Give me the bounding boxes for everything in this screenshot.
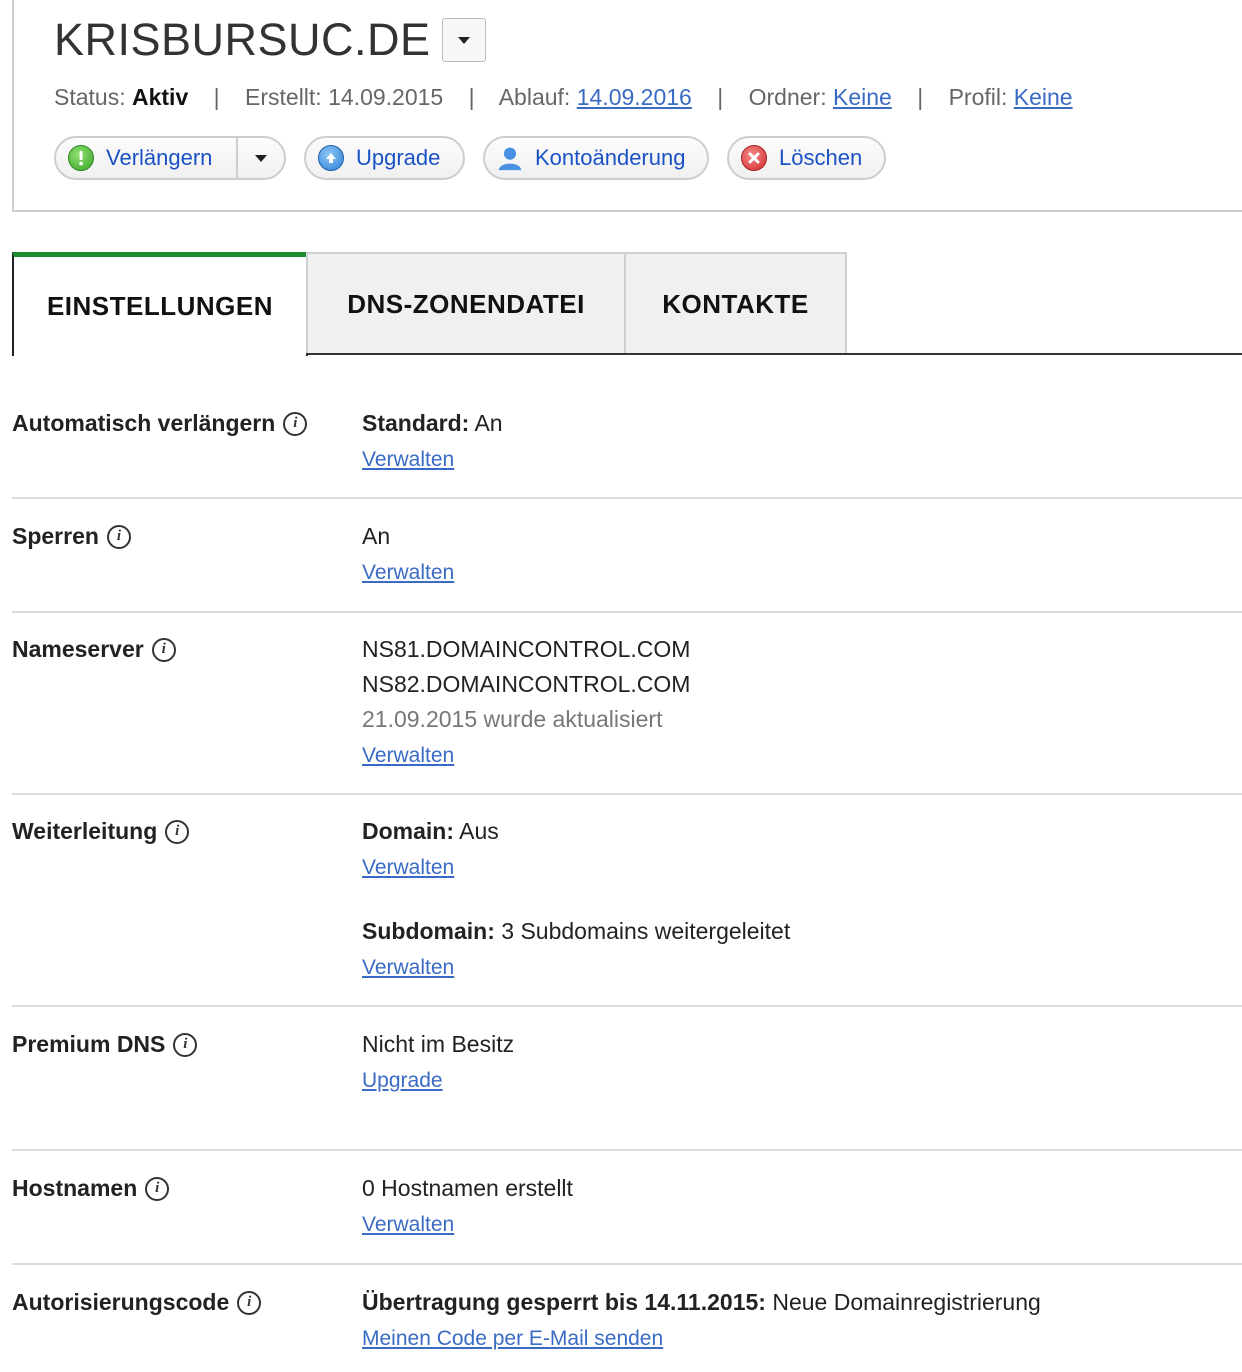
domain-dropdown-button[interactable] — [442, 18, 486, 62]
expiry-date-link[interactable]: 14.09.2016 — [577, 84, 692, 110]
setting-row-hostnames: Hostnamen i 0 Hostnamen erstellt Verwalt… — [12, 1171, 1242, 1265]
tab-underline — [306, 353, 1242, 355]
manage-subdomain-forwarding-link[interactable]: Verwalten — [362, 956, 454, 979]
status-value: Aktiv — [132, 84, 189, 110]
setting-value: NS81.DOMAINCONTROL.COM NS82.DOMAINCONTRO… — [362, 632, 690, 773]
info-icon[interactable]: i — [283, 411, 308, 436]
upgrade-button[interactable]: Upgrade — [304, 136, 465, 180]
manage-domain-forwarding-link[interactable]: Verwalten — [362, 856, 454, 879]
setting-label: Automatisch verlängern i — [12, 410, 308, 437]
status-label: Status: — [54, 84, 126, 110]
chevron-down-icon — [458, 36, 470, 44]
arrow-up-icon — [318, 145, 344, 171]
manage-link[interactable]: Verwalten — [362, 448, 454, 471]
domain-meta: Status: Aktiv | Erstellt: 14.09.2015 | A… — [54, 84, 1073, 110]
created-value: 14.09.2015 — [328, 84, 444, 110]
setting-row-premium-dns: Premium DNS i Nicht im Besitz Upgrade — [12, 1027, 1242, 1151]
folder-link[interactable]: Keine — [833, 84, 892, 110]
upgrade-link[interactable]: Upgrade — [362, 1069, 443, 1092]
exclamation-icon — [68, 145, 94, 171]
manage-link[interactable]: Verwalten — [362, 1213, 454, 1236]
setting-value: An Verwalten — [362, 523, 455, 584]
setting-label: Weiterleitung i — [12, 818, 190, 845]
setting-value: Übertragung gesperrt bis 14.11.2015: Neu… — [362, 1289, 1041, 1350]
setting-value: Nicht im Besitz Upgrade — [362, 1031, 515, 1092]
info-icon[interactable]: i — [237, 1290, 262, 1315]
close-icon — [741, 145, 767, 171]
delete-button[interactable]: Löschen — [727, 136, 886, 180]
setting-row-nameserver: Nameserver i NS81.DOMAINCONTROL.COM NS82… — [12, 632, 1242, 795]
nameserver-updated: 21.09.2015 wurde aktualisiert — [362, 706, 663, 732]
expiry-label: Ablauf: — [498, 84, 571, 110]
profile-link[interactable]: Keine — [1014, 84, 1073, 110]
nameserver-2: NS82.DOMAINCONTROL.COM — [362, 671, 691, 697]
folder-label: Ordner: — [748, 84, 827, 110]
setting-label: Nameserver i — [12, 636, 176, 663]
info-icon[interactable]: i — [145, 1176, 170, 1201]
setting-value: 0 Hostnamen erstellt Verwalten — [362, 1175, 573, 1236]
manage-link[interactable]: Verwalten — [362, 561, 454, 584]
setting-label: Sperren i — [12, 523, 131, 550]
nameserver-1: NS81.DOMAINCONTROL.COM — [362, 636, 691, 662]
renew-dropdown-toggle[interactable] — [236, 138, 284, 178]
setting-row-authcode: Autorisierungscode i Übertragung gesperr… — [12, 1285, 1242, 1372]
setting-row-autorenew: Automatisch verlängern i Standard: An Ve… — [12, 406, 1242, 499]
setting-row-lock: Sperren i An Verwalten — [12, 519, 1242, 613]
info-icon[interactable]: i — [173, 1032, 198, 1057]
account-change-label: Kontoänderung — [535, 145, 686, 170]
manage-link[interactable]: Verwalten — [362, 744, 454, 767]
user-icon — [497, 145, 523, 171]
tab-dns-zonendatei[interactable]: DNS-ZONENDATEI — [306, 252, 626, 354]
info-icon[interactable]: i — [106, 524, 131, 549]
chevron-down-icon — [255, 154, 267, 162]
setting-label: Autorisierungscode i — [12, 1289, 262, 1316]
info-icon[interactable]: i — [151, 637, 176, 662]
tab-kontakte[interactable]: KONTAKTE — [624, 252, 847, 354]
setting-row-forwarding: Weiterleitung i Domain: Aus Verwalten Su… — [12, 814, 1242, 1007]
account-change-button[interactable]: Kontoänderung — [483, 136, 709, 180]
profile-label: Profil: — [948, 84, 1008, 110]
tab-einstellungen[interactable]: EINSTELLUNGEN — [12, 252, 308, 356]
delete-label: Löschen — [779, 145, 863, 170]
setting-value: Standard: An Verwalten — [362, 410, 503, 471]
domain-title: KRISBURSUC.DE — [54, 14, 431, 65]
setting-value: Domain: Aus Verwalten Subdomain: 3 Subdo… — [362, 818, 791, 979]
upgrade-label: Upgrade — [356, 145, 441, 170]
info-icon[interactable]: i — [165, 819, 190, 844]
email-code-link[interactable]: Meinen Code per E-Mail senden — [362, 1327, 663, 1350]
renew-label: Verlängern — [106, 145, 213, 170]
created-label: Erstellt: — [245, 84, 322, 110]
setting-label: Premium DNS i — [12, 1031, 198, 1058]
renew-button[interactable]: Verlängern — [54, 136, 286, 180]
setting-label: Hostnamen i — [12, 1175, 170, 1202]
